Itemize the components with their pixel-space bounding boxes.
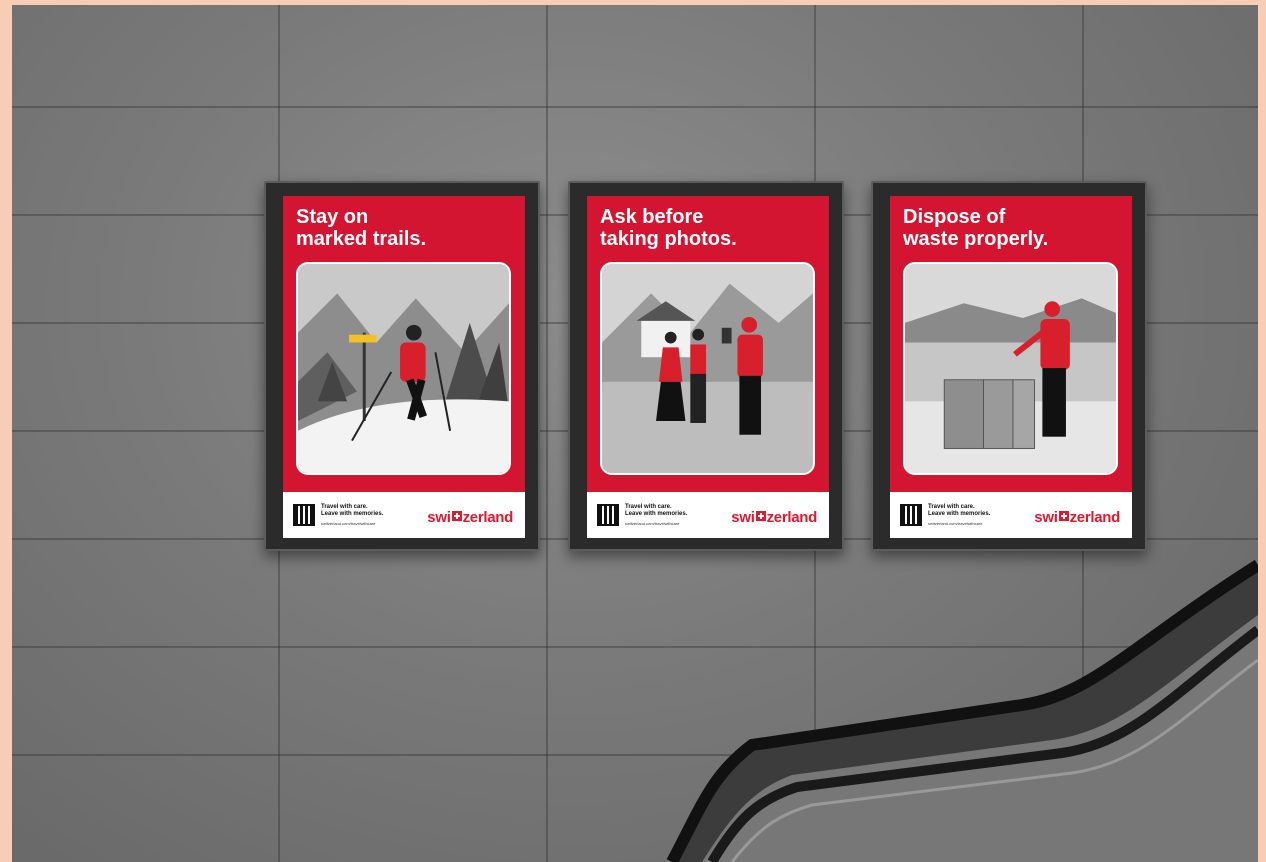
poster-url: switzerland.com/travelwithcare bbox=[928, 521, 983, 526]
switzerland-logo: swi zerland bbox=[427, 509, 513, 526]
poster-photos: Ask before taking photos. Travel with ca… bbox=[587, 196, 829, 538]
waste-illustration bbox=[903, 262, 1118, 475]
poster-tagline: Travel with care. Leave with memories. bbox=[321, 504, 384, 517]
poster-trails: Stay on marked trails. Travel with care.… bbox=[283, 196, 525, 538]
hiker-illustration bbox=[296, 262, 511, 475]
photo-illustration bbox=[600, 262, 815, 475]
poster-frame-trails: Stay on marked trails. Travel with care.… bbox=[264, 181, 540, 551]
switzerland-logo: swi zerland bbox=[1034, 509, 1120, 526]
poster-footer: Travel with care. Leave with memories. s… bbox=[890, 492, 1132, 538]
swiss-cross-icon bbox=[451, 511, 462, 521]
poster-headline: Dispose of waste properly. bbox=[903, 206, 1049, 250]
poster-footer: Travel with care. Leave with memories. s… bbox=[283, 492, 525, 538]
poster-tagline: Travel with care. Leave with memories. bbox=[928, 504, 991, 517]
switzerland-logo: swi zerland bbox=[731, 509, 817, 526]
swiss-cross-icon bbox=[755, 511, 766, 521]
poster-url: switzerland.com/travelwithcare bbox=[321, 521, 376, 526]
qr-code[interactable] bbox=[597, 504, 619, 526]
poster-footer: Travel with care. Leave with memories. s… bbox=[587, 492, 829, 538]
poster-url: switzerland.com/travelwithcare bbox=[625, 521, 680, 526]
concrete-wall: Stay on marked trails. Travel with care.… bbox=[12, 5, 1258, 862]
poster-headline: Stay on marked trails. bbox=[296, 206, 427, 250]
qr-code[interactable] bbox=[900, 504, 922, 526]
poster-frame-photos: Ask before taking photos. Travel with ca… bbox=[568, 181, 844, 551]
qr-code[interactable] bbox=[293, 504, 315, 526]
poster-waste: Dispose of waste properly. Travel with c… bbox=[890, 196, 1132, 538]
poster-headline: Ask before taking photos. bbox=[600, 206, 737, 250]
poster-frame-waste: Dispose of waste properly. Travel with c… bbox=[871, 181, 1147, 551]
poster-tagline: Travel with care. Leave with memories. bbox=[625, 504, 688, 517]
swiss-cross-icon bbox=[1058, 511, 1069, 521]
